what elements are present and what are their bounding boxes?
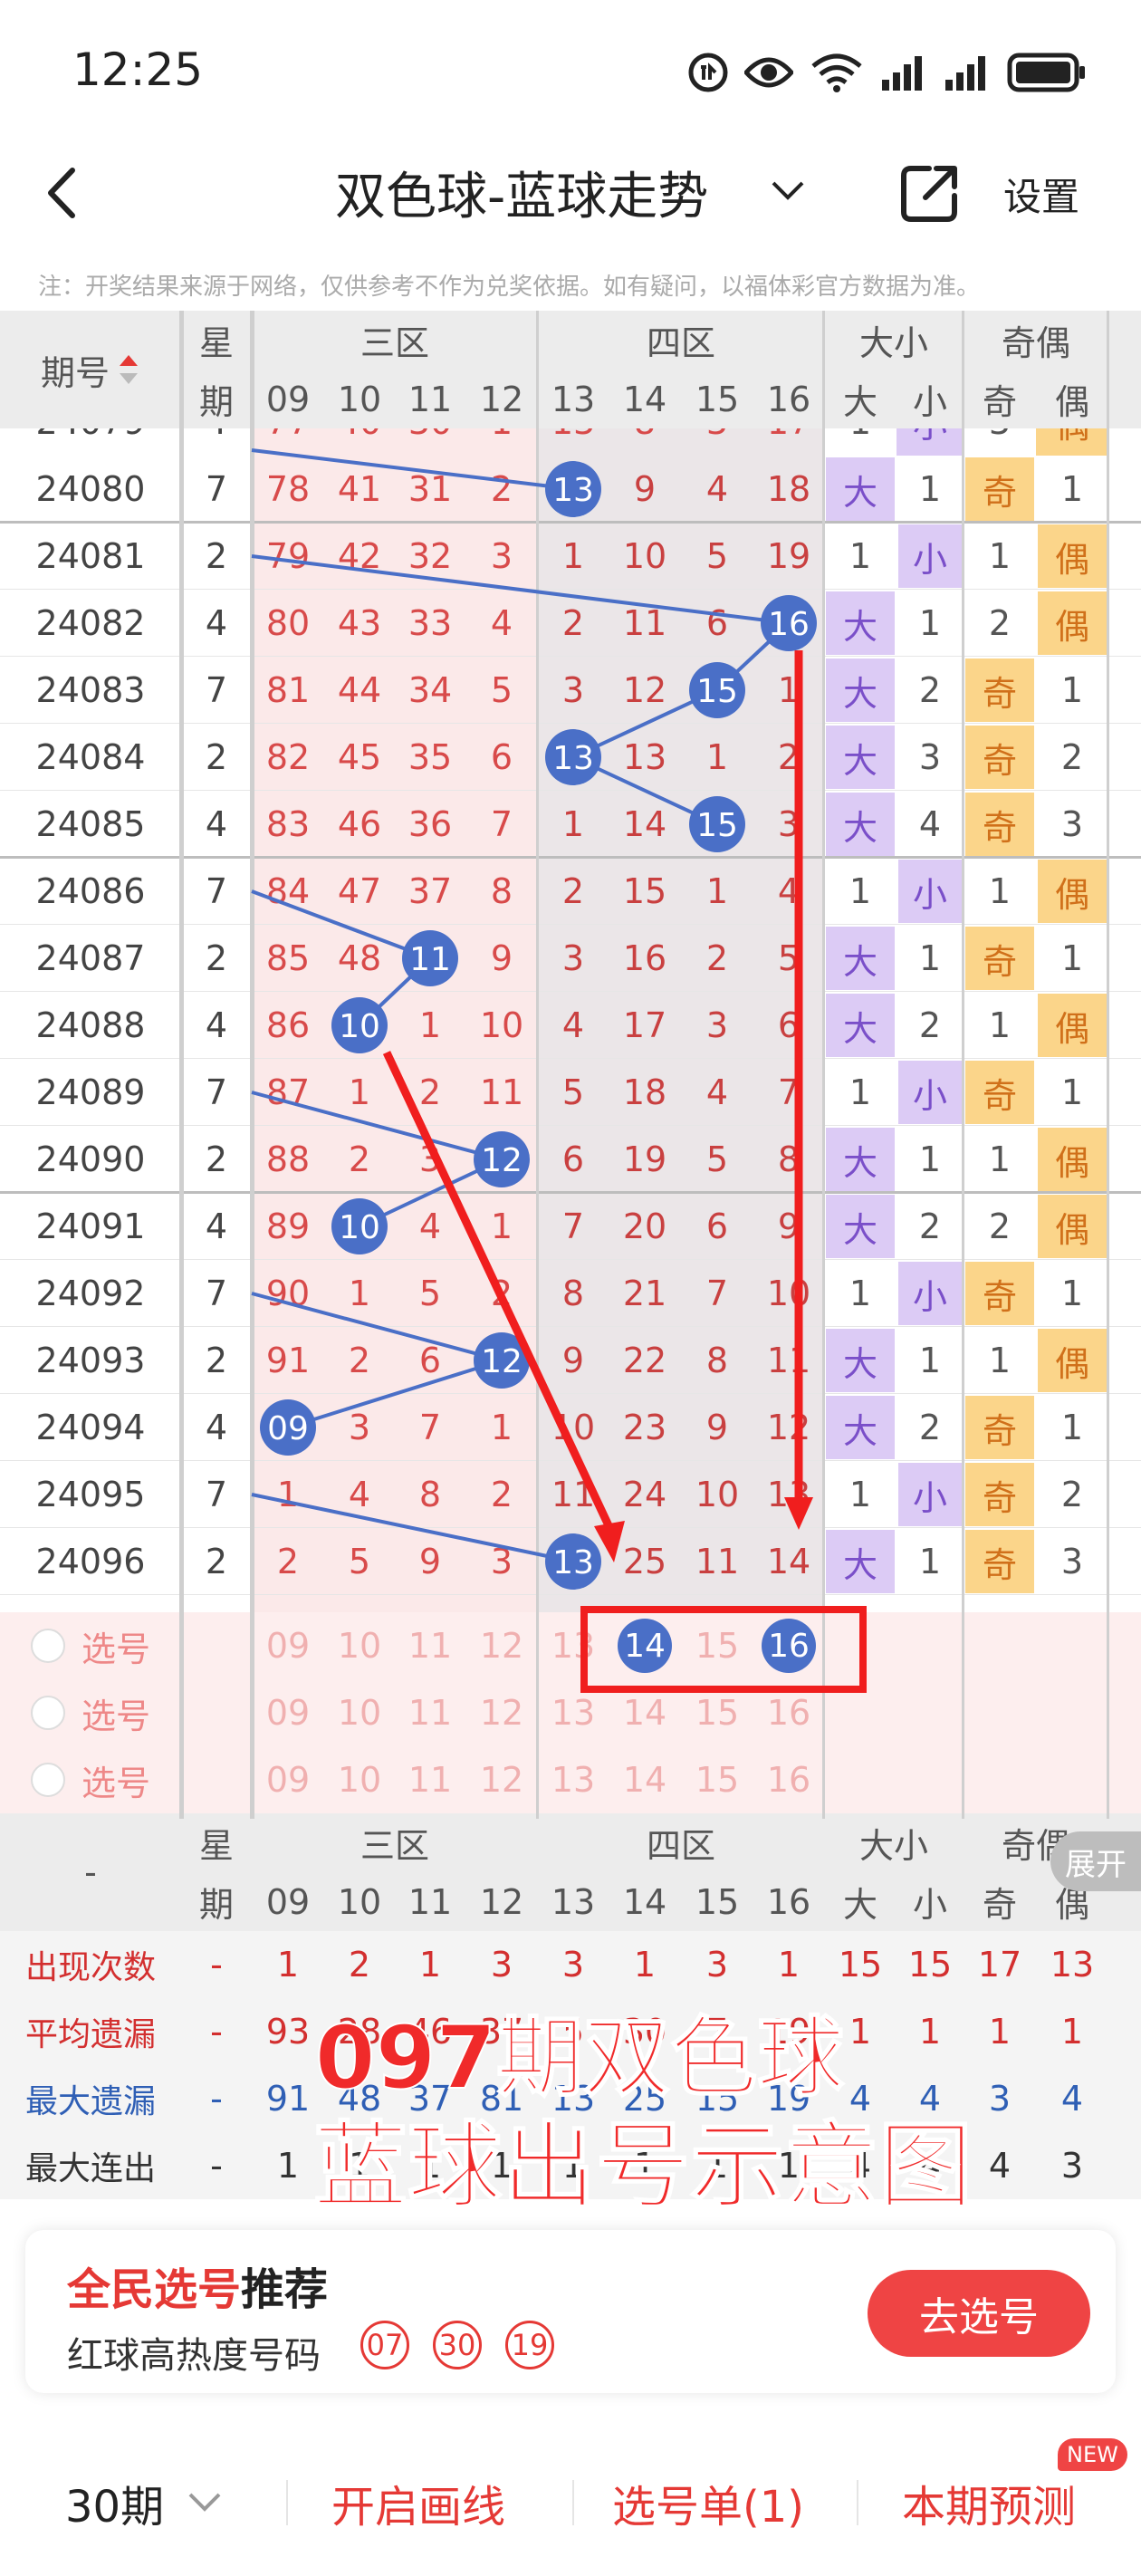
divider bbox=[286, 2480, 288, 2525]
pick-list-button[interactable]: 选号单(1) bbox=[612, 2471, 804, 2534]
red-highlight-box bbox=[580, 1606, 867, 1693]
red-ball: 07 bbox=[360, 2321, 409, 2369]
chevron-down-icon[interactable] bbox=[187, 2489, 223, 2514]
red-arrow-line bbox=[382, 1051, 618, 1539]
recommend-subtitle: 红球高热度号码 bbox=[67, 2335, 321, 2377]
overlay-line1: 097期双色球 bbox=[315, 2007, 845, 2109]
new-badge: NEW bbox=[1058, 2438, 1127, 2471]
recommend-title-black: 推荐 bbox=[241, 2264, 329, 2315]
recommend-title-red: 全民选号 bbox=[67, 2264, 242, 2315]
red-arrow-head bbox=[594, 1521, 625, 1562]
red-arrow-head bbox=[784, 1497, 813, 1530]
recommend-balls: 07 30 19 bbox=[360, 2321, 554, 2369]
overlay-line2: 蓝球出号示意图 bbox=[313, 2111, 973, 2222]
recommend-card: 全民选号推荐 红球高热度号码 07 30 19 去选号 bbox=[25, 2230, 1116, 2393]
annotation-overlay: 097期双色球蓝球出号示意图 bbox=[312, 650, 973, 2223]
recommend-title: 全民选号推荐 bbox=[67, 2254, 328, 2317]
red-ball: 19 bbox=[505, 2321, 554, 2369]
red-ball: 30 bbox=[433, 2321, 482, 2369]
go-pick-button[interactable]: 去选号 bbox=[868, 2270, 1090, 2357]
divider bbox=[857, 2480, 858, 2525]
draw-line-button[interactable]: 开启画线 bbox=[331, 2471, 505, 2534]
divider bbox=[572, 2480, 574, 2525]
period-selector[interactable]: 30期 bbox=[65, 2471, 164, 2534]
forecast-button[interactable]: 本期预测 bbox=[902, 2471, 1076, 2534]
